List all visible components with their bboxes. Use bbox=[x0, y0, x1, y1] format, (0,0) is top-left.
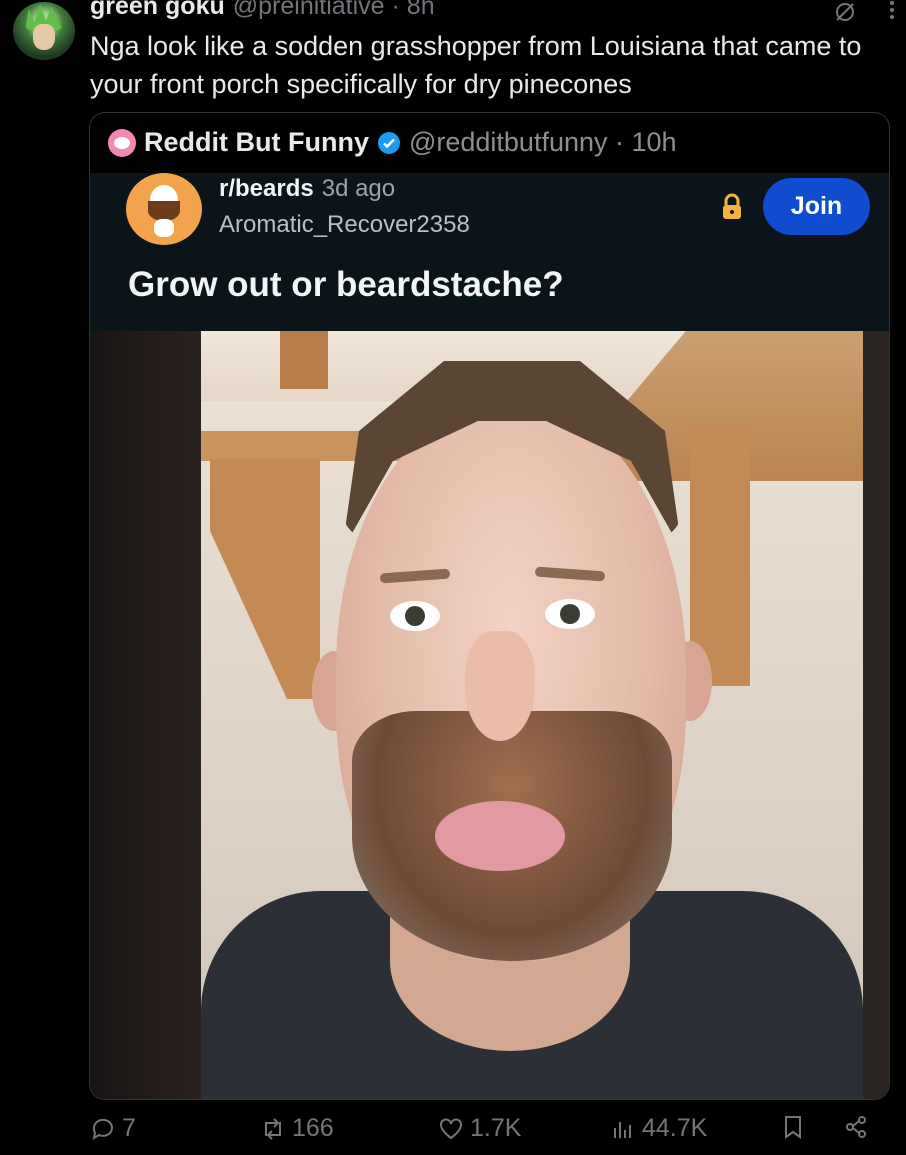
views-button[interactable]: 44.7K bbox=[610, 1114, 707, 1143]
quote-handle-time[interactable]: @redditbutfunny · 10h bbox=[409, 127, 677, 158]
reddit-username: Aromatic_Recover2358 bbox=[219, 211, 470, 238]
subreddit-avatar bbox=[126, 173, 202, 245]
share-button[interactable] bbox=[843, 1114, 869, 1140]
tweet-header: green goku @preinitiative · 8h bbox=[90, 0, 435, 26]
bookmark-icon bbox=[785, 1116, 801, 1139]
quote-header: Reddit But Funny @redditbutfunny · 10h bbox=[108, 127, 677, 158]
repost-count: 166 bbox=[292, 1114, 334, 1142]
photo-left-edge bbox=[90, 331, 201, 1099]
reply-icon bbox=[92, 1118, 113, 1140]
post-age: 3d ago bbox=[321, 175, 396, 202]
reply-count: 7 bbox=[122, 1114, 136, 1142]
photo-nose bbox=[465, 631, 535, 741]
like-icon bbox=[440, 1117, 462, 1139]
photo-mouth bbox=[435, 801, 565, 871]
subreddit-name: r/beards bbox=[219, 175, 314, 202]
repost-button[interactable]: 166 bbox=[260, 1114, 334, 1143]
join-button: Join bbox=[763, 178, 870, 235]
share-icon bbox=[846, 1116, 866, 1138]
avatar-face bbox=[33, 24, 55, 50]
bookmark-button[interactable] bbox=[780, 1114, 806, 1140]
author-avatar[interactable] bbox=[13, 2, 75, 60]
more-icon[interactable] bbox=[884, 0, 900, 20]
snoo-beard bbox=[148, 201, 180, 221]
author-name[interactable]: green goku bbox=[90, 0, 225, 21]
snoo-body bbox=[154, 219, 174, 237]
photo-right-edge bbox=[863, 331, 889, 1099]
subreddit-line: r/beards 3d ago bbox=[219, 175, 395, 203]
quote-avatar[interactable] bbox=[108, 128, 136, 157]
reply-button[interactable]: 7 bbox=[90, 1114, 136, 1143]
action-bar: 7 166 1.7K 44.7K bbox=[90, 1114, 880, 1150]
like-count: 1.7K bbox=[470, 1114, 522, 1142]
post-photo[interactable] bbox=[90, 331, 889, 1099]
author-handle-time[interactable]: @preinitiative · 8h bbox=[233, 0, 435, 21]
photo-peg bbox=[280, 331, 328, 389]
quote-author-name[interactable]: Reddit But Funny bbox=[144, 127, 369, 158]
repost-icon bbox=[265, 1117, 281, 1140]
lock-icon bbox=[723, 193, 741, 219]
verified-icon bbox=[377, 131, 400, 154]
views-count: 44.7K bbox=[642, 1114, 708, 1142]
post-title: Grow out or beardstache? bbox=[128, 265, 564, 304]
quoted-tweet[interactable]: Reddit But Funny @redditbutfunny · 10h r… bbox=[89, 112, 890, 1100]
views-icon bbox=[614, 1121, 631, 1138]
photo-eye-right bbox=[545, 599, 595, 629]
photo-eye-left bbox=[390, 601, 440, 631]
grok-icon[interactable] bbox=[833, 0, 857, 24]
tweet-text: Nga look like a sodden grasshopper from … bbox=[90, 31, 862, 99]
like-button[interactable]: 1.7K bbox=[438, 1114, 521, 1143]
reddit-post-card: r/beards 3d ago Aromatic_Recover2358 Join… bbox=[90, 173, 889, 331]
